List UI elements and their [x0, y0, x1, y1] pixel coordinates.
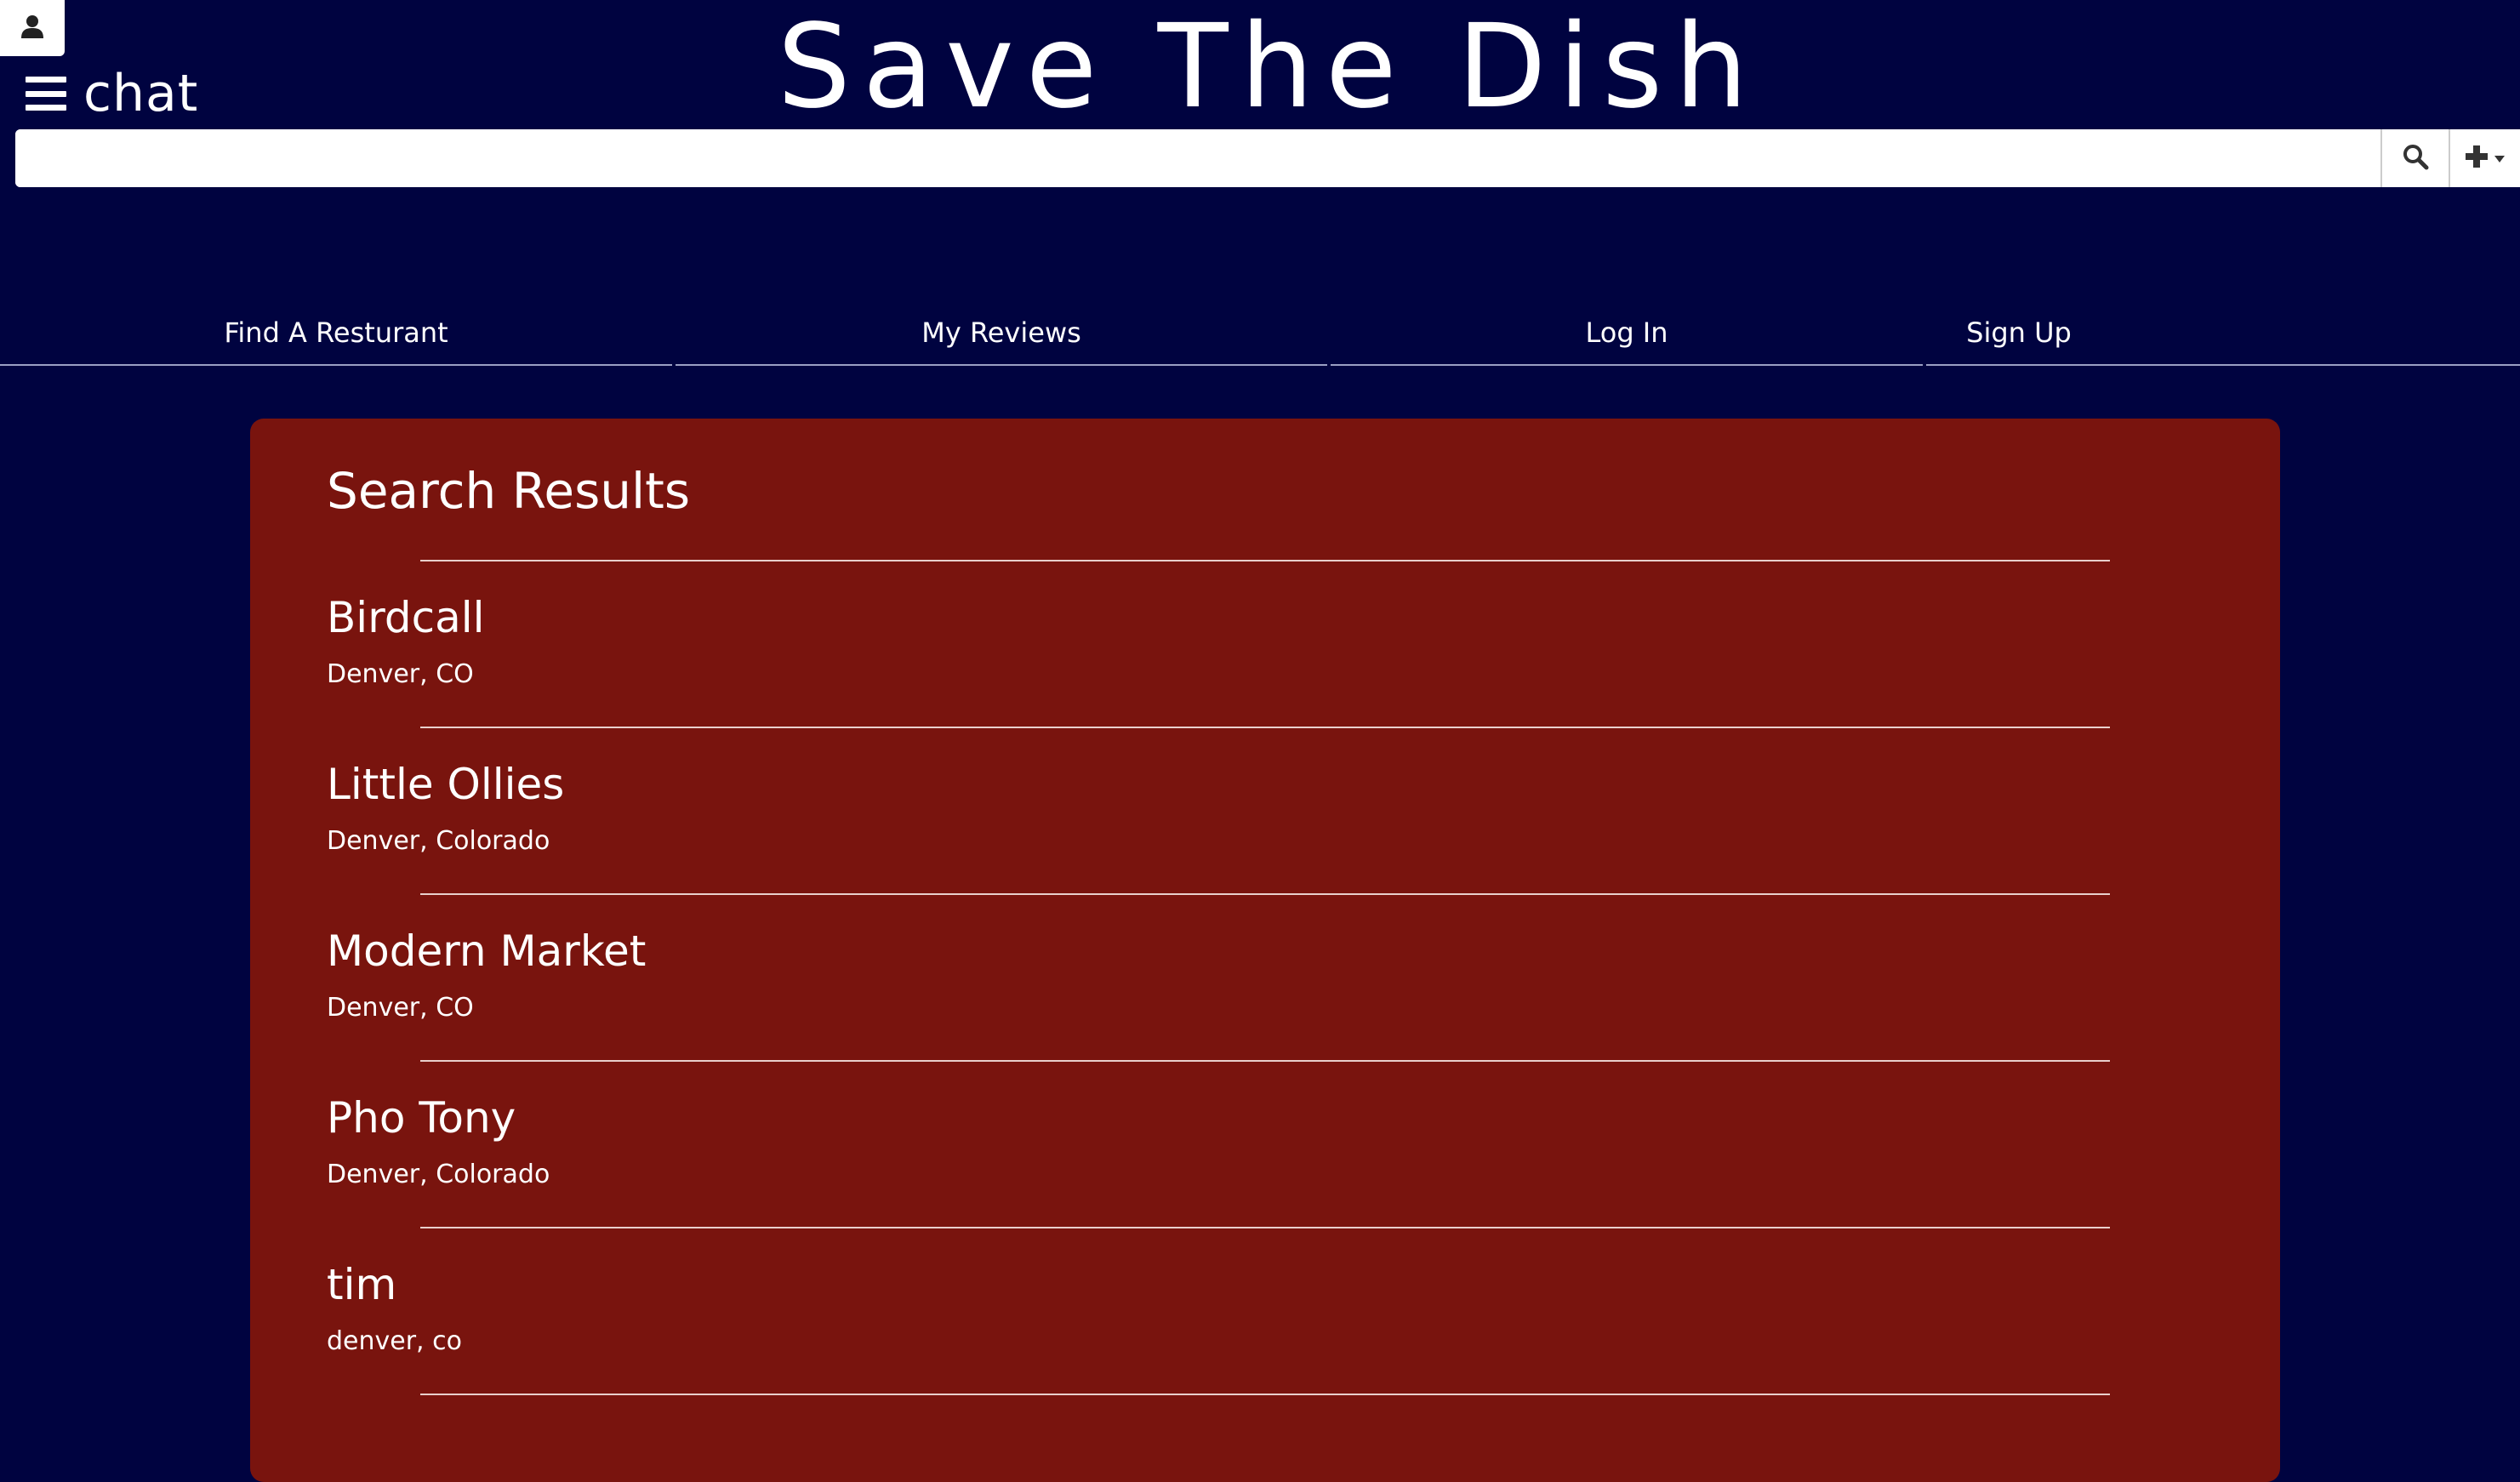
restaurant-name[interactable]: Pho Tony — [327, 1092, 516, 1143]
plus-icon — [2465, 145, 2489, 172]
search-button[interactable] — [2380, 129, 2449, 187]
caret-down-icon — [2494, 151, 2506, 167]
search-results-panel: Search Results Birdcall Denver, CO Littl… — [250, 419, 2280, 1482]
result-list: Birdcall Denver, CO Little Ollies Denver… — [250, 560, 2280, 1395]
restaurant-location: denver, co — [327, 1326, 462, 1356]
result-item[interactable]: Little Ollies Denver, Colorado — [327, 727, 2110, 893]
add-dropdown-button[interactable] — [2449, 129, 2520, 187]
nav-item-label: Sign Up — [1966, 316, 2072, 349]
search-icon — [2402, 143, 2429, 174]
nav-item-label: Find A Resturant — [224, 316, 448, 349]
nav-item-label: Log In — [1585, 316, 1668, 349]
search-results-title: Search Results — [327, 462, 691, 520]
restaurant-name[interactable]: tim — [327, 1259, 396, 1310]
site-title: Save The Dish — [777, 0, 1760, 134]
restaurant-name[interactable]: Modern Market — [327, 926, 646, 977]
result-item[interactable]: tim denver, co — [327, 1227, 2110, 1394]
search-input[interactable] — [15, 129, 2380, 187]
restaurant-name[interactable]: Birdcall — [327, 592, 485, 643]
result-item[interactable]: Modern Market Denver, CO — [327, 893, 2110, 1060]
restaurant-location: Denver, CO — [327, 659, 474, 689]
main-nav: Find A Resturant My Reviews Log In Sign … — [0, 301, 2520, 368]
restaurant-location: Denver, CO — [327, 993, 474, 1023]
nav-item-sign-up[interactable]: Sign Up — [1926, 301, 2520, 366]
search-bar — [15, 129, 2520, 187]
nav-item-my-reviews[interactable]: My Reviews — [676, 301, 1327, 366]
restaurant-name[interactable]: Little Ollies — [327, 759, 564, 810]
nav-item-find-restaurant[interactable]: Find A Resturant — [0, 301, 672, 366]
nav-item-label: My Reviews — [921, 316, 1081, 349]
result-item[interactable]: Pho Tony Denver, Colorado — [327, 1060, 2110, 1227]
list-divider — [420, 1394, 2110, 1395]
restaurant-location: Denver, Colorado — [327, 826, 550, 856]
nav-item-log-in[interactable]: Log In — [1331, 301, 1923, 366]
restaurant-location: Denver, Colorado — [327, 1160, 550, 1189]
result-item[interactable]: Birdcall Denver, CO — [327, 560, 2110, 727]
